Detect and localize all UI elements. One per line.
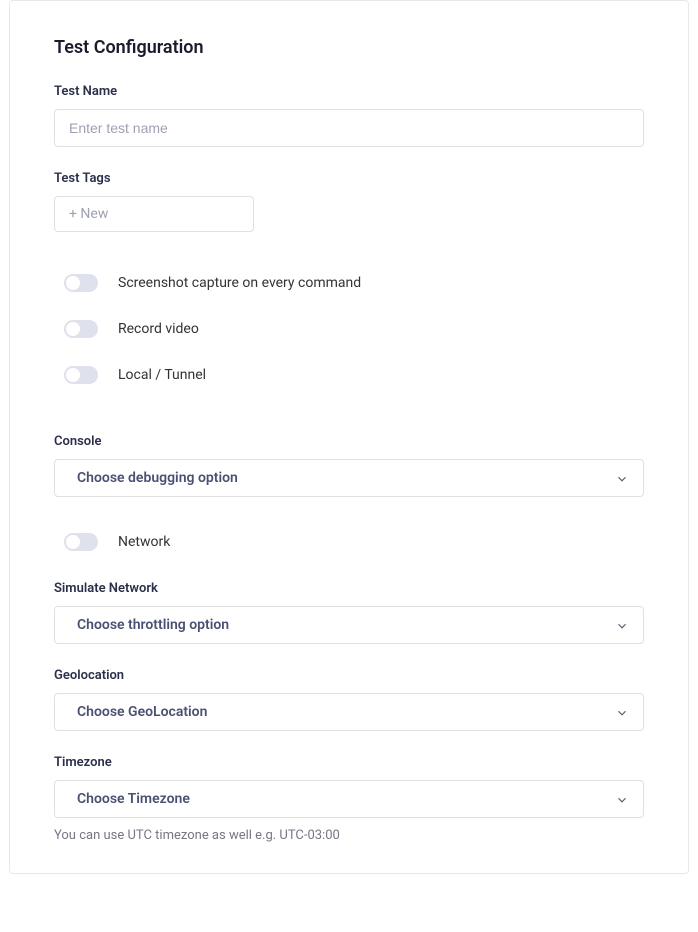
test-tags-group: Test Tags + New (54, 171, 644, 232)
geolocation-select[interactable]: Choose GeoLocation (54, 693, 644, 731)
local-tunnel-toggle[interactable] (64, 366, 98, 384)
network-toggle-row: Network (54, 521, 644, 563)
toggle-knob (66, 276, 80, 290)
chevron-down-icon (615, 618, 629, 632)
chevron-down-icon (615, 471, 629, 485)
console-select-placeholder: Choose debugging option (77, 470, 238, 486)
test-name-group: Test Name (54, 84, 644, 147)
geolocation-label: Geolocation (54, 668, 644, 683)
record-video-toggle-label: Record video (118, 321, 199, 337)
screenshot-toggle-row: Screenshot capture on every command (54, 262, 644, 304)
simulate-network-group: Simulate Network Choose throttling optio… (54, 581, 644, 644)
screenshot-toggle[interactable] (64, 274, 98, 292)
network-toggle-section: Network (54, 521, 644, 563)
test-name-label: Test Name (54, 84, 644, 99)
record-video-toggle[interactable] (64, 320, 98, 338)
screenshot-toggle-label: Screenshot capture on every command (118, 275, 361, 291)
network-toggle-label: Network (118, 534, 170, 550)
config-panel: Test Configuration Test Name Test Tags +… (9, 0, 689, 874)
timezone-select[interactable]: Choose Timezone (54, 780, 644, 818)
new-tag-placeholder: + New (69, 206, 108, 222)
simulate-network-placeholder: Choose throttling option (77, 617, 229, 633)
geolocation-group: Geolocation Choose GeoLocation (54, 668, 644, 731)
page-title: Test Configuration (54, 37, 644, 58)
simulate-network-select[interactable]: Choose throttling option (54, 606, 644, 644)
geolocation-placeholder: Choose GeoLocation (77, 704, 207, 720)
chevron-down-icon (615, 792, 629, 806)
timezone-group: Timezone Choose Timezone You can use UTC… (54, 755, 644, 843)
toggle-knob (66, 535, 80, 549)
timezone-label: Timezone (54, 755, 644, 770)
test-tags-input[interactable]: + New (54, 196, 254, 232)
console-select[interactable]: Choose debugging option (54, 459, 644, 497)
local-tunnel-toggle-row: Local / Tunnel (54, 354, 644, 396)
local-tunnel-toggle-label: Local / Tunnel (118, 367, 206, 383)
network-toggle[interactable] (64, 533, 98, 551)
toggle-knob (66, 368, 80, 382)
console-group: Console Choose debugging option (54, 434, 644, 497)
toggles-block: Screenshot capture on every command Reco… (54, 262, 644, 396)
toggle-knob (66, 322, 80, 336)
timezone-placeholder: Choose Timezone (77, 791, 190, 807)
console-label: Console (54, 434, 644, 449)
chevron-down-icon (615, 705, 629, 719)
simulate-network-label: Simulate Network (54, 581, 644, 596)
record-video-toggle-row: Record video (54, 308, 644, 350)
timezone-hint: You can use UTC timezone as well e.g. UT… (54, 828, 644, 843)
test-tags-label: Test Tags (54, 171, 644, 186)
test-name-input[interactable] (54, 109, 644, 147)
